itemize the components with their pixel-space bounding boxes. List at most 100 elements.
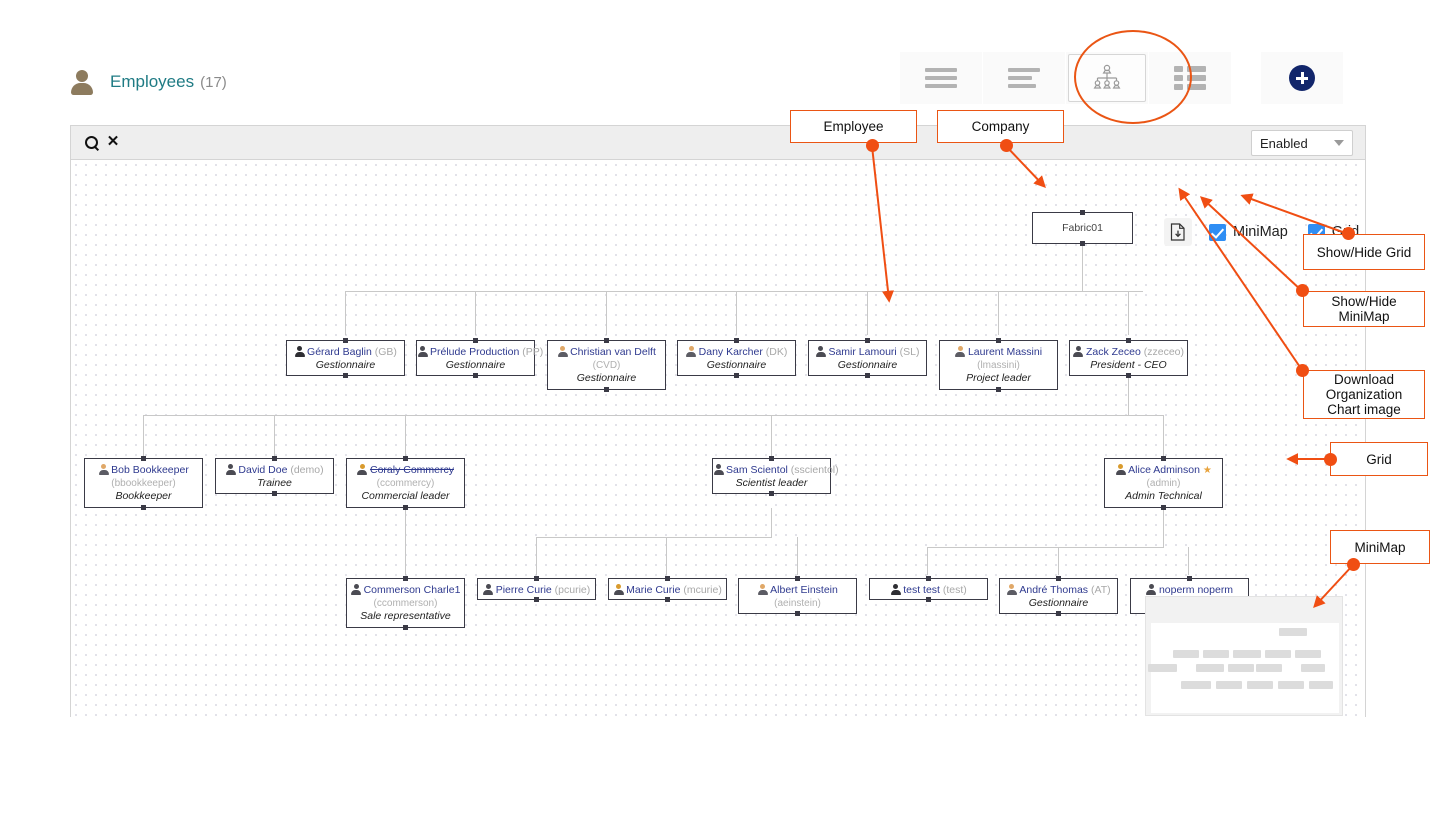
employee-node[interactable]: Gérard Baglin (GB) Gestionnaire [286, 340, 405, 376]
avatar [225, 464, 236, 475]
avatar [815, 346, 826, 357]
employee-name: Laurent Massini [967, 346, 1043, 358]
employee-node[interactable]: Sam Scientol (sscientol) Scientist leade… [712, 458, 839, 494]
employee-node[interactable]: David Doe (demo) Trainee [215, 458, 334, 494]
avatar [713, 464, 724, 475]
employee-login: (lmassini) [977, 360, 1020, 371]
annotation-company: Company [937, 110, 1064, 143]
annotation-anchor-dot [1342, 227, 1355, 240]
employee-role: Commercial leader [361, 490, 450, 502]
employee-code: (sscientol) [790, 464, 839, 476]
employee-role: Project leader [966, 372, 1031, 384]
avatar [557, 346, 568, 357]
annotation-anchor-dot [1347, 558, 1360, 571]
employee-node[interactable]: Prélude Production (PP) Gestionnaire [416, 340, 543, 376]
avatar [686, 346, 697, 357]
minimap-checkbox[interactable] [1209, 223, 1226, 241]
employee-name: Commerson Charle1 [363, 584, 461, 596]
annotation-anchor-dot [1000, 139, 1013, 152]
list-view-button[interactable] [900, 52, 982, 104]
employee-name: Alice Adminson [1128, 464, 1200, 476]
person-icon [70, 69, 94, 95]
employee-node[interactable]: Samir Lamouri (SL) Gestionnaire [808, 340, 927, 376]
avatar [613, 584, 624, 595]
annotation-anchor-dot [1324, 453, 1337, 466]
employee-code: (demo) [290, 464, 324, 476]
employee-role: Gestionnaire [315, 359, 376, 371]
avatar [1073, 346, 1084, 357]
close-icon[interactable]: ✕ [106, 134, 120, 150]
employee-role: Gestionnaire [1028, 597, 1089, 609]
download-document-icon [1170, 223, 1185, 241]
annotation-anchor-dot [1296, 364, 1309, 377]
annotation-show-hide-minimap: Show/Hide MiniMap [1303, 291, 1425, 327]
plus-circle-icon [1289, 65, 1315, 91]
employee-name: Prélude Production [430, 346, 520, 358]
employee-node[interactable]: Albert Einstein (aeinstein) [738, 578, 857, 614]
employee-node[interactable]: Alice Adminson ★ (admin) Admin Technical [1104, 458, 1223, 508]
employee-name: Sam Scientol [726, 464, 788, 476]
download-chart-button[interactable] [1164, 218, 1192, 246]
avatar [98, 464, 109, 475]
status-filter-select[interactable]: Enabled [1251, 130, 1353, 156]
minimap-viewport [1148, 623, 1339, 713]
status-filter-value: Enabled [1260, 135, 1308, 151]
employee-role: Sale representative [360, 610, 451, 622]
employee-role: Gestionnaire [445, 359, 506, 371]
star-icon: ★ [1202, 465, 1212, 476]
minimap-panel[interactable] [1145, 596, 1343, 716]
kanban-view-button[interactable] [983, 52, 1065, 104]
employee-login: (aeinstein) [774, 598, 821, 609]
avatar [357, 464, 368, 475]
employee-name: Marie Curie [626, 584, 681, 596]
employee-node[interactable]: Zack Zeceo (zzeceo) President - CEO [1069, 340, 1188, 376]
employee-role: Gestionnaire [837, 359, 898, 371]
search-icon[interactable] [84, 135, 101, 152]
employee-code: (GB) [374, 346, 397, 358]
annotation-minimap: MiniMap [1330, 530, 1430, 564]
employee-node[interactable]: André Thomas (AT) Gestionnaire [999, 578, 1118, 614]
avatar [955, 346, 966, 357]
employee-role: Gestionnaire [706, 359, 767, 371]
avatar [483, 584, 494, 595]
employee-node[interactable]: Coraly Commercy (ccommercy) Commercial l… [346, 458, 465, 508]
employee-code: (pcurie) [554, 584, 591, 596]
avatar [757, 584, 768, 595]
employee-login: (admin) [1146, 478, 1181, 489]
employee-node[interactable]: Commerson Charle1 (ccommerson) Sale repr… [346, 578, 465, 628]
annotation-download-chart: Download Organization Chart image [1303, 370, 1425, 419]
employee-node[interactable]: Laurent Massini (lmassini) Project leade… [939, 340, 1058, 390]
add-record-button[interactable] [1261, 52, 1343, 104]
page-header: Employees (17) [70, 62, 227, 102]
employee-role: Trainee [257, 477, 292, 489]
employee-name: Samir Lamouri [828, 346, 897, 358]
employee-node[interactable]: Christian van Delft (CVD) Gestionnaire [547, 340, 666, 390]
employee-name: Coraly Commercy [369, 464, 454, 476]
avatar [1115, 464, 1126, 475]
employee-name: André Thomas [1019, 584, 1089, 596]
employee-node[interactable]: Bob Bookkeeper (bbookkeeper) Bookkeeper [84, 458, 203, 508]
avatar [890, 584, 901, 595]
avatar [1146, 584, 1157, 595]
employee-code: (zzeceo) [1143, 346, 1185, 358]
employee-code: (test) [942, 584, 967, 596]
employee-login: (CVD) [592, 360, 621, 371]
avatar [417, 346, 428, 357]
page-title[interactable]: Employees [110, 72, 194, 92]
employee-login: (ccommerson) [373, 598, 438, 609]
record-count: (17) [200, 73, 227, 91]
employee-code: (mcurie) [683, 584, 722, 596]
annotation-show-hide-grid: Show/Hide Grid [1303, 234, 1425, 270]
company-node[interactable]: Fabric01 [1032, 212, 1133, 244]
employee-name: Bob Bookkeeper [111, 464, 189, 476]
employee-name: Zack Zeceo [1085, 346, 1141, 358]
employee-node[interactable]: Dany Karcher (DK) Gestionnaire [677, 340, 796, 376]
employee-code: (AT) [1090, 584, 1111, 596]
employee-role: President - CEO [1090, 359, 1167, 371]
employee-code: (DK) [765, 346, 788, 358]
annotation-grid: Grid [1330, 442, 1428, 476]
avatar [1006, 584, 1017, 595]
employee-code: (PP) [522, 346, 544, 358]
employee-name: Pierre Curie [495, 584, 552, 596]
chevron-down-icon [1334, 140, 1344, 146]
